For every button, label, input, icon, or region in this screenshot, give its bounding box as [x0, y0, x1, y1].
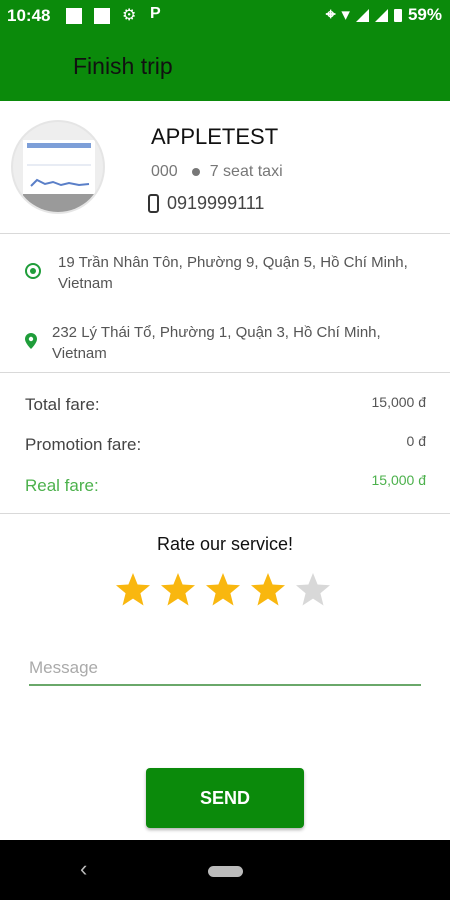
signal-icon [355, 8, 369, 22]
wifi-icon: ▾ [341, 5, 350, 24]
battery-percent: 59% [407, 5, 442, 24]
driver-phone-row[interactable]: 0919999111 [148, 193, 264, 214]
avatar-band [23, 194, 95, 212]
total-fare-label: Total fare: [25, 395, 100, 414]
page-title: Finish trip [73, 53, 173, 79]
send-button[interactable]: SEND [146, 768, 304, 828]
status-bar: 10:48 ⚙ P ⌖ ▾ 59% [0, 0, 450, 32]
signal-icon-2 [374, 8, 388, 22]
settings-notification-icon: ⚙ [122, 7, 137, 24]
real-fare-value: 15,000 đ [371, 472, 427, 488]
notification-icon [66, 8, 82, 24]
star-icon-3[interactable] [205, 572, 241, 608]
star-icon-1[interactable] [115, 572, 151, 608]
app-bar: Finish trip [0, 32, 450, 101]
battery-icon [393, 8, 402, 22]
total-fare-value: 15,000 đ [371, 394, 427, 410]
origin-icon [25, 263, 41, 279]
promotion-fare-label: Promotion fare: [25, 435, 142, 454]
driver-phone-number[interactable]: 0919999111 [167, 193, 264, 214]
rating-stars[interactable] [115, 572, 331, 608]
phone-icon [148, 194, 159, 213]
star-icon-5[interactable] [295, 572, 331, 608]
real-fare-label: Real fare: [25, 476, 99, 495]
avatar-image [23, 140, 95, 196]
destination-pin-icon [25, 333, 37, 349]
parking-icon: P [150, 5, 161, 22]
origin-address: 19 Trần Nhân Tôn, Phường 9, Quận 5, Hồ C… [58, 254, 408, 292]
vehicle-type: 7 seat taxi [209, 163, 283, 180]
star-icon-2[interactable] [160, 572, 196, 608]
driver-vehicle-info: 000 7 seat taxi [151, 163, 283, 181]
star-icon-4[interactable] [250, 572, 286, 608]
driver-name: APPLETEST [151, 124, 279, 149]
status-time: 10:48 [7, 6, 51, 25]
back-icon[interactable]: ‹ [80, 856, 87, 882]
message-input[interactable] [29, 652, 421, 686]
rating-title: Rate our service! [156, 534, 294, 554]
destination-address: 232 Lý Thái Tổ, Phường 1, Quận 3, Hồ Chí… [52, 324, 381, 362]
divider [0, 513, 450, 514]
divider [0, 372, 450, 373]
divider [0, 233, 450, 234]
driver-avatar [13, 122, 103, 212]
home-pill-icon[interactable] [208, 866, 243, 877]
separator-dot [191, 168, 200, 176]
system-nav-bar: ‹ [0, 840, 450, 900]
promotion-fare-value: 0 đ [406, 433, 426, 449]
license-plate: 000 [151, 163, 178, 180]
notification-icon [94, 8, 110, 24]
location-icon: ⌖ [325, 5, 336, 24]
